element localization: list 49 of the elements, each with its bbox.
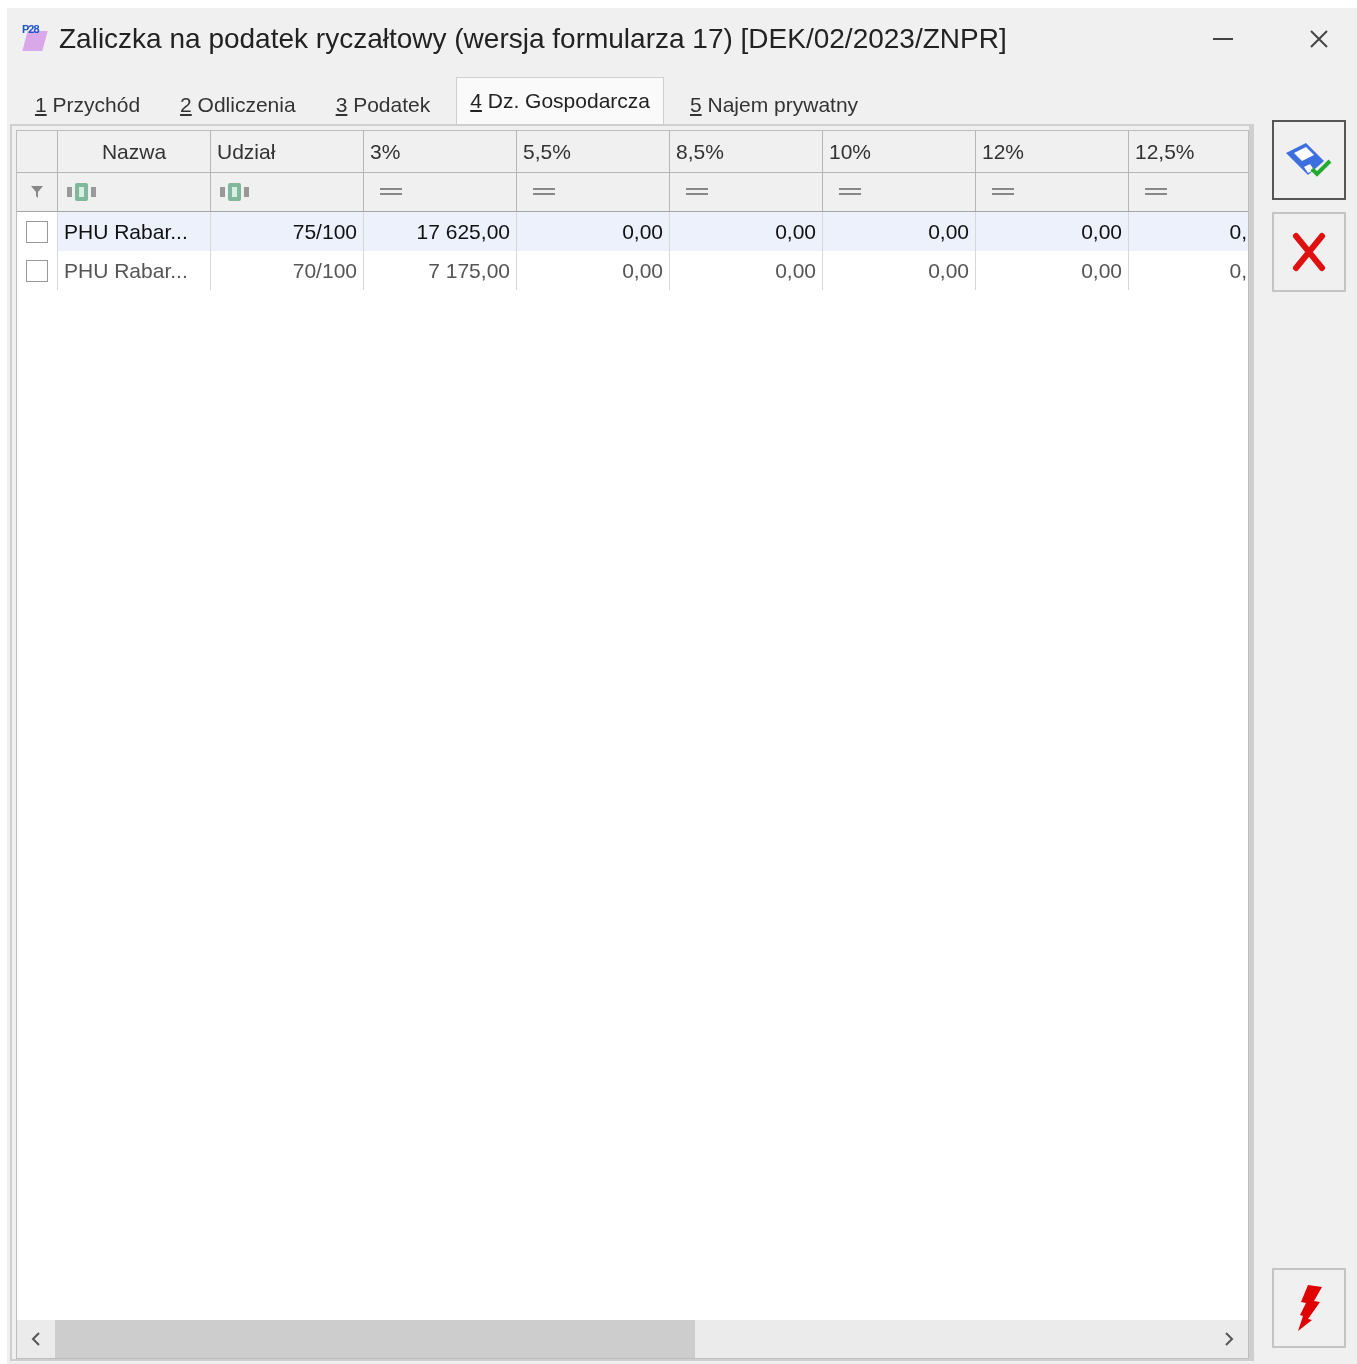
equals-filter-icon[interactable]: [992, 187, 1014, 197]
tab[interactable]: 1 Przychód: [21, 84, 155, 124]
table-cell: 0,00: [670, 212, 823, 251]
table-cell: 70/100: [211, 251, 364, 290]
column-header[interactable]: 8,5%: [670, 131, 823, 172]
table-cell-text: 0,: [1228, 257, 1248, 284]
scroll-right-icon[interactable]: [1223, 1331, 1235, 1347]
table-cell: 7 175,00: [364, 251, 517, 290]
close-icon[interactable]: [1309, 29, 1329, 49]
table-cell: 0,00: [976, 212, 1129, 251]
table-cell: 0,00: [823, 212, 976, 251]
column-header[interactable]: 12%: [976, 131, 1129, 172]
cancel-button[interactable]: [1272, 212, 1346, 292]
column-header[interactable]: Udział: [211, 131, 364, 172]
table-cell: 0,00: [517, 212, 670, 251]
table-cell: PHU Rabar...: [58, 251, 211, 290]
column-header[interactable]: 3%: [364, 131, 517, 172]
cancel-icon: [1291, 232, 1327, 272]
tab[interactable]: 5 Najem prywatny: [676, 84, 873, 124]
table-row[interactable]: PHU Rabar... 70/100 7 175,00 0,00 0,00 0,00 0,00 0,: [17, 251, 1248, 290]
table-cell: 0,00: [670, 251, 823, 290]
filter-icon[interactable]: [30, 185, 44, 199]
table-cell: 0,00: [517, 251, 670, 290]
tab[interactable]: 2 Odliczenia: [166, 84, 310, 124]
equals-filter-icon[interactable]: [686, 187, 708, 197]
column-header[interactable]: 10%: [823, 131, 976, 172]
column-header[interactable]: 5,5%: [517, 131, 670, 172]
table-cell: 75/100: [211, 212, 364, 251]
column-header[interactable]: 12,5%: [1129, 131, 1248, 172]
table-cell: 0,00: [976, 251, 1129, 290]
checkbox[interactable]: [26, 259, 48, 282]
table-cell: 0,00: [823, 251, 976, 290]
table-cell: 17 625,00: [364, 212, 517, 251]
scroll-left-icon[interactable]: [30, 1331, 42, 1347]
window-title: Zaliczka na podatek ryczałtowy (wersja formularza 17) [DEK/02/2023/ZNPR]: [59, 23, 1008, 55]
equals-filter-icon[interactable]: [533, 187, 555, 197]
column-header[interactable]: Nazwa: [58, 131, 211, 172]
table-cell: PHU Rabar...: [58, 212, 211, 251]
flash-button[interactable]: [1272, 1268, 1346, 1348]
equals-filter-icon[interactable]: [380, 187, 402, 197]
table-row[interactable]: PHU Rabar... 75/100 17 625,00 0,00 0,00 0,00 0,00 0,: [17, 212, 1248, 251]
equals-filter-icon[interactable]: [839, 187, 861, 197]
scrollbar-thumb[interactable]: [55, 1320, 695, 1358]
tab[interactable]: 4 Dz. Gospodarcza: [456, 77, 664, 124]
tab[interactable]: 3 Podatek: [321, 84, 445, 124]
table-cell: 0,: [1129, 212, 1248, 251]
equals-filter-icon[interactable]: [1145, 187, 1167, 197]
save-button[interactable]: [1272, 120, 1346, 200]
checkbox[interactable]: [26, 220, 48, 243]
